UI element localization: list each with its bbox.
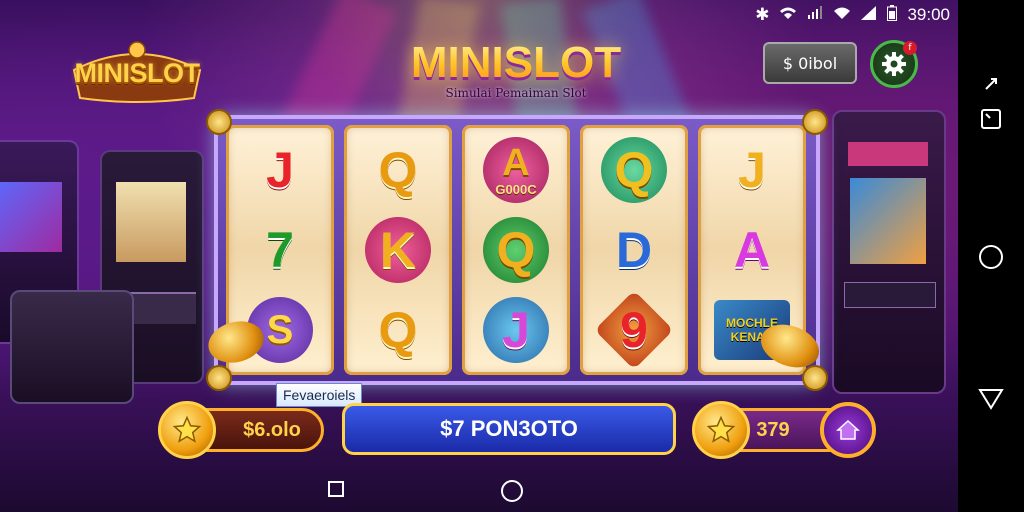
symbol-a: A — [502, 141, 530, 184]
reel-symbol: Q — [462, 211, 570, 289]
symbol-q: Q — [496, 222, 536, 278]
star-icon — [172, 415, 202, 443]
symbol-caption: G000C — [495, 181, 537, 197]
corner-ornament — [802, 109, 828, 135]
symbol-7: 7 — [266, 222, 294, 278]
reel-symbol: J — [226, 131, 334, 209]
symbol-s: S — [266, 307, 294, 352]
pin-icon[interactable] — [983, 76, 999, 96]
balance-button[interactable]: $ 0ibol — [763, 42, 857, 84]
credit-coin — [158, 401, 216, 459]
reel-symbol: Q — [580, 131, 688, 209]
symbol-d: D — [615, 222, 653, 278]
screenshot-icon[interactable] — [980, 108, 1002, 134]
symbol-9: 9 — [620, 302, 648, 358]
status-bar: ✱ 39:00 — [755, 4, 950, 26]
symbol-j: J — [502, 302, 530, 358]
back-nav-icon[interactable] — [978, 386, 1004, 414]
spin-button[interactable]: $7 PON3OTO — [342, 403, 676, 455]
home-nav-icon[interactable] — [978, 244, 1004, 274]
symbol-j: J — [266, 142, 294, 198]
game-screen: ✱ 39:00 MINISLOT MINISLOT Simulai Pemaim… — [0, 0, 958, 512]
page-subtitle: Simulai Pemaiman Slot — [445, 86, 587, 100]
reel-symbol: J — [698, 131, 806, 209]
slot-machine: J 7 S Q K Q A G000C Q J Q D 9 J A MOCHLE … — [206, 109, 828, 391]
reel-3: A G000C Q J — [462, 125, 570, 375]
reel-symbol: D — [580, 211, 688, 289]
home-circle-icon[interactable] — [501, 480, 523, 502]
home-button[interactable] — [820, 402, 876, 458]
reel-symbol: Q — [344, 291, 452, 369]
symbol-q: Q — [614, 142, 654, 198]
gear-icon — [882, 52, 906, 76]
reel-symbol: Q — [344, 131, 452, 209]
symbol-q: Q — [378, 302, 418, 358]
wifi-icon — [779, 5, 797, 25]
signal-icon — [807, 5, 823, 25]
reel-2: Q K Q — [344, 125, 452, 375]
reel-symbol: J — [462, 291, 570, 369]
app-logo: MINISLOT — [64, 40, 210, 106]
reel-symbol: A G000C — [462, 131, 570, 209]
arcade-console-left — [10, 290, 134, 404]
symbol-k: K — [379, 222, 417, 278]
status-time: 39:00 — [907, 5, 950, 24]
reel-symbol: K — [344, 211, 452, 289]
logo-text: MINISLOT — [74, 58, 201, 88]
battery-icon — [887, 4, 898, 26]
overview-square-icon[interactable] — [328, 481, 344, 497]
reel-symbol: 7 — [226, 211, 334, 289]
arcade-cabinet-right — [832, 110, 946, 394]
symbol-q: Q — [378, 142, 418, 198]
wifi-alt-icon — [833, 5, 851, 25]
corner-ornament — [206, 365, 232, 391]
system-nav-bar — [958, 0, 1024, 512]
symbol-a: A — [733, 222, 771, 278]
notification-badge: f — [903, 41, 917, 55]
corner-ornament — [802, 365, 828, 391]
home-icon — [836, 419, 860, 440]
symbol-j: J — [738, 142, 766, 198]
bluetooth-icon: ✱ — [755, 5, 770, 24]
reel-symbol: A — [698, 211, 806, 289]
signal-full-icon — [861, 5, 877, 25]
bet-coin[interactable] — [692, 401, 750, 459]
reel-4: Q D 9 — [580, 125, 688, 375]
star-icon — [706, 415, 736, 443]
page-title: MINISLOT — [402, 38, 630, 88]
corner-ornament — [206, 109, 232, 135]
reel-symbol: 9 — [580, 290, 688, 370]
